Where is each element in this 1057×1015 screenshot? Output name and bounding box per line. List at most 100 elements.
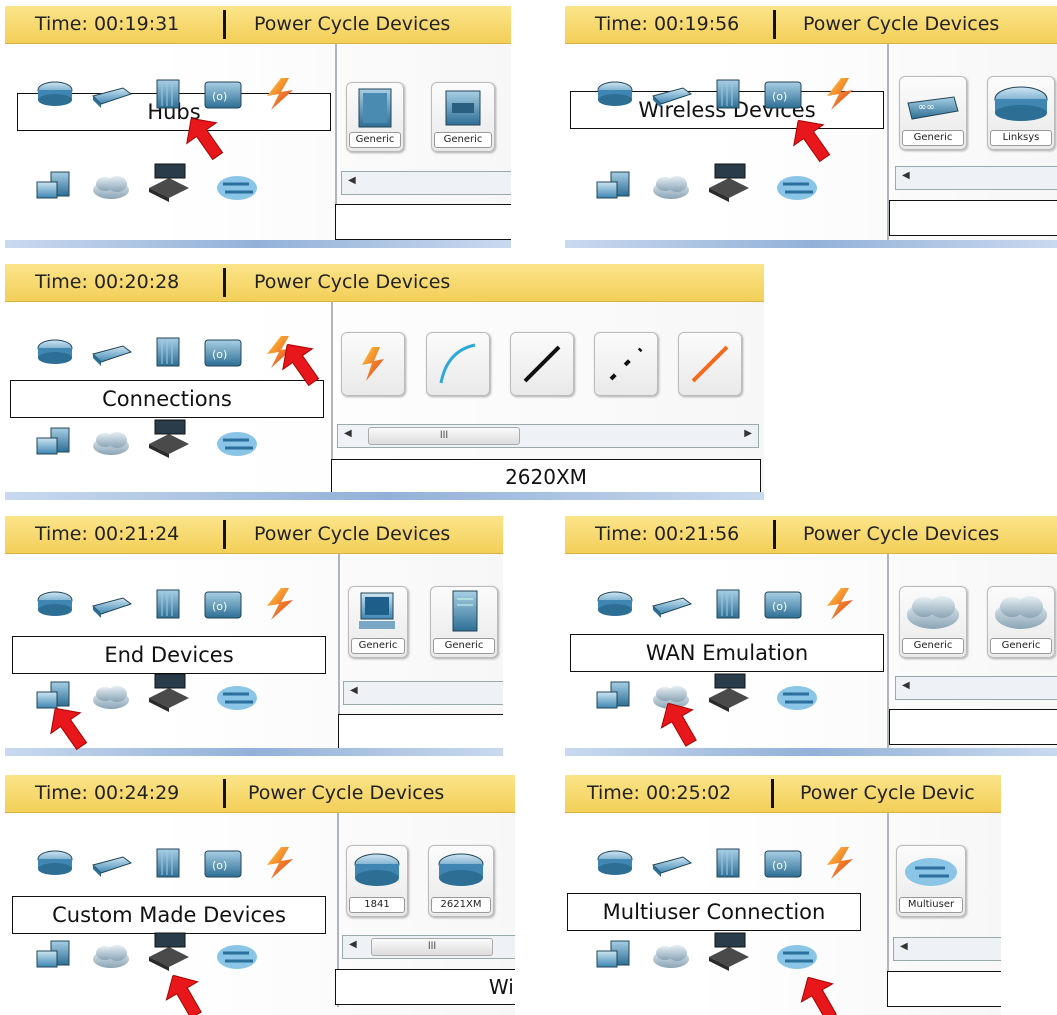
device-item[interactable]: Linksys [987,76,1055,150]
wireless-icon[interactable]: (o) [761,586,805,622]
device-scrollbar[interactable]: ◀ [343,681,503,705]
power-cycle-button[interactable]: Power Cycle Devices [254,271,450,293]
toolbar: Time: 00:19:31 Power Cycle Devices [5,6,511,44]
hub-icon[interactable] [705,586,749,622]
power-cycle-button[interactable]: Power Cycle Devic [800,782,975,804]
connection-item[interactable] [678,332,742,396]
connection-icon[interactable] [257,845,301,881]
switch-icon[interactable] [649,586,693,622]
wireless-icon[interactable]: (o) [201,586,245,622]
wireless-icon[interactable]: (o) [201,334,245,370]
end-device-icon[interactable] [33,937,77,981]
device-scrollbar[interactable]: ◀ [341,171,511,195]
custom-device-icon[interactable] [147,931,205,975]
wan-cloud-icon[interactable] [89,168,133,212]
switch-icon[interactable] [89,586,133,622]
connection-item[interactable] [510,332,574,396]
end-device-icon[interactable] [33,424,77,468]
end-device-icon[interactable] [33,168,77,212]
switch-icon[interactable] [649,845,693,881]
power-cycle-button[interactable]: Power Cycle Devices [248,782,444,804]
device-item[interactable]: Generic [430,586,498,658]
wan-cloud-icon[interactable] [89,424,133,468]
router-icon[interactable] [593,76,637,112]
multiuser-icon[interactable] [775,168,837,212]
switch-icon[interactable] [649,76,693,112]
custom-device-icon[interactable] [147,672,205,716]
device-item[interactable]: Generic [346,82,404,152]
custom-device-icon[interactable] [147,162,205,206]
hub-icon[interactable] [145,586,189,622]
power-cycle-button[interactable]: Power Cycle Devices [803,523,999,545]
hub-icon[interactable] [705,76,749,112]
scroll-left-icon[interactable]: ◀ [902,170,910,181]
wan-cloud-icon[interactable] [649,937,693,981]
switch-icon[interactable] [89,76,133,112]
router-icon[interactable] [593,586,637,622]
hub-icon[interactable] [145,76,189,112]
wireless-icon[interactable]: (o) [761,76,805,112]
custom-device-icon[interactable] [707,672,765,716]
scroll-left-icon[interactable]: ◀ [344,428,352,439]
router-icon[interactable] [33,76,77,112]
wireless-icon[interactable]: (o) [761,845,805,881]
end-device-icon[interactable] [593,678,637,722]
router-icon[interactable] [33,334,77,370]
switch-icon[interactable] [89,334,133,370]
device-item[interactable]: 1841 [346,845,408,917]
device-scrollbar[interactable]: ◀ lll ▶ [337,424,759,448]
wireless-icon[interactable]: (o) [201,845,245,881]
multiuser-icon[interactable] [215,937,277,981]
device-item[interactable]: Generic [431,82,495,152]
wan-cloud-icon[interactable] [649,168,693,212]
connection-icon[interactable] [257,586,301,622]
custom-device-icon[interactable] [707,162,765,206]
device-item[interactable]: Generic [348,586,408,658]
end-device-icon[interactable] [593,168,637,212]
custom-device-icon[interactable] [147,418,205,462]
device-scrollbar[interactable]: ◀ [895,166,1057,190]
device-scrollbar[interactable]: ◀ [895,676,1057,700]
connection-item[interactable] [341,332,405,396]
multiuser-icon[interactable] [215,168,277,212]
connection-item[interactable] [594,332,658,396]
device-scrollbar[interactable]: ◀ [893,937,1001,961]
scroll-thumb[interactable]: lll [371,938,493,956]
power-cycle-button[interactable]: Power Cycle Devices [254,13,450,35]
switch-icon[interactable] [89,845,133,881]
scroll-thumb[interactable]: lll [368,427,520,445]
multiuser-icon[interactable] [775,678,837,722]
scroll-right-icon[interactable]: ▶ [744,428,752,439]
device-item[interactable]: 2621XM [428,845,494,917]
scroll-left-icon[interactable]: ◀ [349,939,357,950]
scroll-left-icon[interactable]: ◀ [900,941,908,952]
scroll-left-icon[interactable]: ◀ [348,175,356,186]
hub-icon[interactable] [145,334,189,370]
router-icon[interactable] [593,845,637,881]
connection-icon[interactable] [817,586,861,622]
power-cycle-button[interactable]: Power Cycle Devices [254,523,450,545]
connection-item[interactable] [426,332,490,396]
wan-cloud-icon[interactable] [89,678,133,722]
device-item[interactable]: Multiuser [896,845,966,917]
device-item[interactable]: Generic [987,586,1055,658]
connection-icon[interactable] [817,845,861,881]
device-item[interactable]: ∞∞ Generic [899,76,967,150]
device-item[interactable]: Generic [899,586,967,658]
svg-text:(o): (o) [212,90,227,103]
multiuser-icon[interactable] [215,424,277,468]
router-icon[interactable] [33,845,77,881]
scroll-left-icon[interactable]: ◀ [350,685,358,696]
scroll-left-icon[interactable]: ◀ [902,680,910,691]
custom-device-icon[interactable] [707,931,765,975]
connection-icon[interactable] [817,76,861,112]
hub-icon[interactable] [145,845,189,881]
router-icon[interactable] [33,586,77,622]
wan-cloud-icon[interactable] [89,937,133,981]
power-cycle-button[interactable]: Power Cycle Devices [803,13,999,35]
connection-icon[interactable] [257,76,301,112]
hub-icon[interactable] [705,845,749,881]
device-scrollbar[interactable]: ◀ lll [342,935,515,959]
multiuser-icon[interactable] [215,678,277,722]
end-device-icon[interactable] [593,937,637,981]
